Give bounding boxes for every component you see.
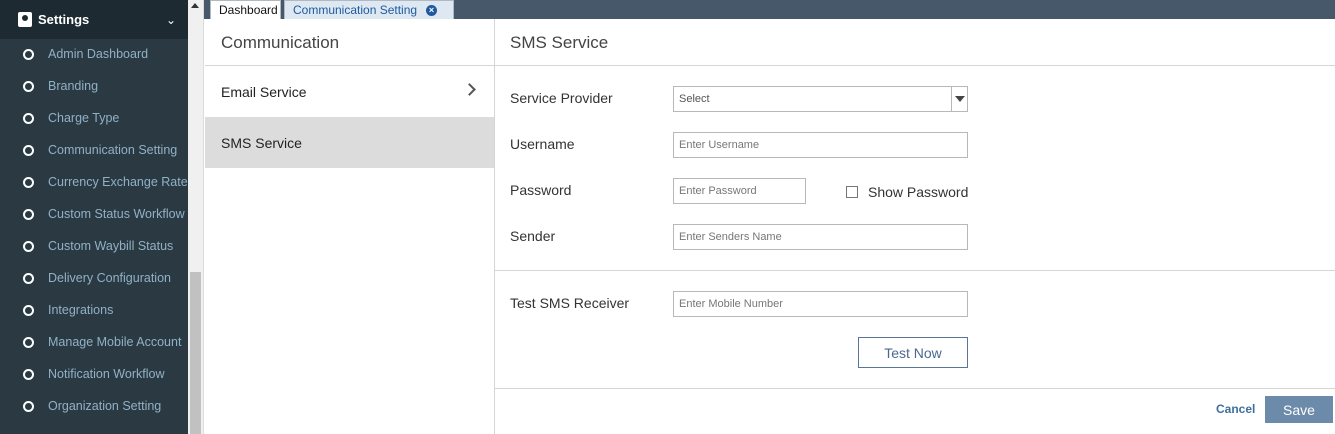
- sms-service-panel: SMS Service Service Provider Select User…: [495, 19, 1335, 434]
- scrollbar-thumb[interactable]: [190, 272, 201, 434]
- sidebar-item-admin-dashboard[interactable]: Admin Dashboard: [0, 38, 188, 70]
- sender-label: Sender: [510, 228, 556, 244]
- comm-item-label: Email Service: [221, 83, 307, 100]
- section-divider: [495, 270, 1335, 271]
- settings-user-icon: [18, 11, 34, 28]
- tab-label: Communication Setting: [293, 3, 418, 17]
- sidebar-item-label: Charge Type: [48, 111, 120, 125]
- circle-icon: [23, 400, 34, 412]
- sms-service-title: SMS Service: [495, 19, 1335, 66]
- username-input[interactable]: [673, 132, 968, 158]
- sidebar-header-title: Settings: [38, 12, 90, 27]
- show-password-checkbox[interactable]: [846, 186, 858, 198]
- close-icon[interactable]: ×: [426, 4, 438, 16]
- sidebar-item-label: Delivery Configuration: [48, 271, 171, 285]
- comm-item-sms-service[interactable]: SMS Service: [205, 117, 494, 168]
- service-provider-label: Service Provider: [510, 90, 613, 106]
- circle-icon: [23, 176, 34, 188]
- sidebar-item-label: Admin Dashboard: [48, 47, 149, 61]
- sidebar-item-custom-status-workflow[interactable]: Custom Status Workflow: [0, 198, 188, 230]
- sender-input[interactable]: [673, 224, 968, 250]
- sidebar-item-label: Custom Waybill Status: [48, 239, 174, 253]
- comm-item-label: SMS Service: [221, 134, 302, 151]
- sidebar-item-label: Manage Mobile Account: [48, 335, 182, 349]
- sidebar-item-branding[interactable]: Branding: [0, 70, 188, 102]
- cancel-button[interactable]: Cancel: [1216, 402, 1255, 416]
- sidebar-item-label: Communication Setting: [48, 143, 178, 157]
- circle-icon: [23, 304, 34, 316]
- sidebar-item-custom-waybill-status[interactable]: Custom Waybill Status: [0, 230, 188, 262]
- sidebar-item-currency-exchange-rate[interactable]: Currency Exchange Rate: [0, 166, 188, 198]
- circle-icon: [23, 144, 34, 156]
- password-input[interactable]: [673, 178, 806, 204]
- service-provider-select[interactable]: Select: [673, 86, 968, 112]
- sidebar-item-organization-setting[interactable]: Organization Setting: [0, 390, 188, 422]
- circle-icon: [23, 272, 34, 284]
- sidebar-scrollbar[interactable]: [188, 0, 204, 434]
- sidebar: Settings ⌄ Admin Dashboard Branding Char…: [0, 0, 188, 434]
- test-mobile-number-input[interactable]: [673, 291, 968, 317]
- circle-icon: [23, 240, 34, 252]
- test-now-button[interactable]: Test Now: [858, 337, 968, 368]
- circle-icon: [23, 208, 34, 220]
- sidebar-item-integrations[interactable]: Integrations: [0, 294, 188, 326]
- circle-icon: [23, 336, 34, 348]
- circle-icon: [23, 80, 34, 92]
- sidebar-item-communication-setting[interactable]: Communication Setting: [0, 134, 188, 166]
- sidebar-item-delivery-configuration[interactable]: Delivery Configuration: [0, 262, 188, 294]
- sidebar-item-label: Integrations: [48, 303, 114, 317]
- sidebar-item-notification-workflow[interactable]: Notification Workflow: [0, 358, 188, 390]
- sidebar-item-manage-mobile-account[interactable]: Manage Mobile Account: [0, 326, 188, 358]
- service-provider-value: Select: [679, 93, 710, 105]
- communication-title: Communication: [205, 19, 494, 66]
- sidebar-header-settings[interactable]: Settings ⌄: [0, 0, 188, 39]
- circle-icon: [23, 368, 34, 380]
- sidebar-item-label: Currency Exchange Rate: [48, 175, 188, 189]
- sidebar-menu: Admin Dashboard Branding Charge Type Com…: [0, 38, 188, 422]
- circle-icon: [23, 112, 34, 124]
- test-sms-receiver-label: Test SMS Receiver: [510, 295, 630, 311]
- tab-communication-setting[interactable]: Communication Setting ×: [284, 0, 454, 19]
- scroll-up-arrow-icon[interactable]: [191, 3, 199, 8]
- circle-icon: [23, 48, 34, 60]
- communication-panel: Communication Email Service SMS Service: [205, 19, 495, 434]
- chevron-right-icon: [463, 83, 476, 96]
- sidebar-item-label: Custom Status Workflow: [48, 207, 185, 221]
- footer-divider: [495, 388, 1335, 389]
- sidebar-item-label: Branding: [48, 79, 99, 93]
- sidebar-item-label: Notification Workflow: [48, 367, 165, 381]
- comm-item-email-service[interactable]: Email Service: [205, 66, 494, 117]
- tab-label: Dashboard: [219, 3, 278, 17]
- dropdown-arrow-icon[interactable]: [951, 87, 967, 111]
- tab-dashboard[interactable]: Dashboard: [210, 0, 281, 19]
- show-password-label: Show Password: [868, 184, 969, 200]
- tab-bar: Dashboard Communication Setting ×: [204, 0, 1335, 19]
- password-label: Password: [510, 182, 572, 198]
- sidebar-item-charge-type[interactable]: Charge Type: [0, 102, 188, 134]
- show-password-toggle[interactable]: Show Password: [846, 184, 968, 200]
- sidebar-item-label: Organization Setting: [48, 399, 162, 413]
- chevron-down-icon[interactable]: ⌄: [166, 13, 176, 27]
- username-label: Username: [510, 136, 575, 152]
- save-button[interactable]: Save: [1265, 396, 1333, 423]
